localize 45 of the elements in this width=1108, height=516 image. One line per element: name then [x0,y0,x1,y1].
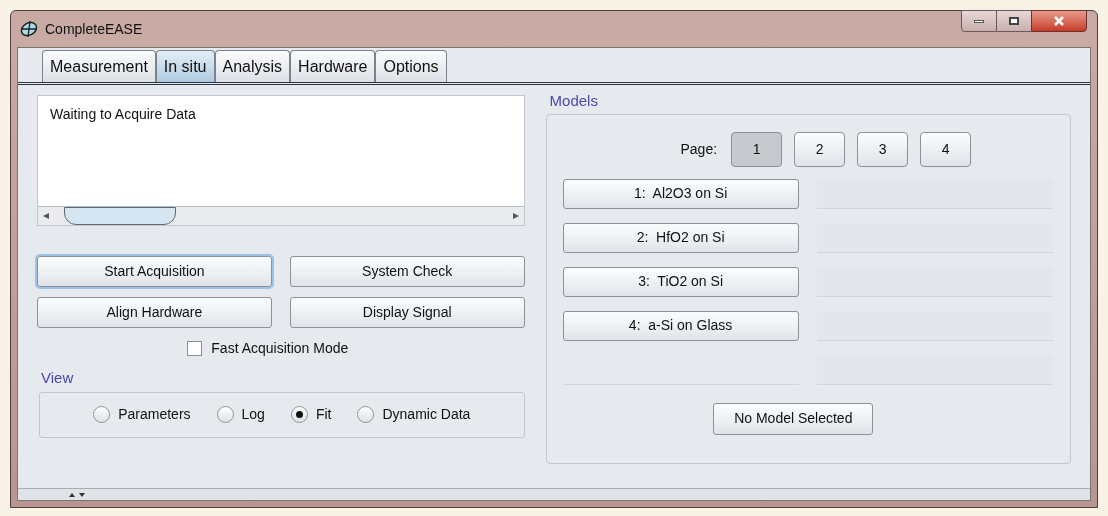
tab[interactable]: Options [375,50,447,82]
action-button[interactable]: System Check [289,256,525,287]
app-logo-icon [19,20,39,38]
tab[interactable]: Analysis [214,50,291,82]
model-button[interactable]: 4: a-Si on Glass [562,310,799,341]
checkbox[interactable] [187,341,203,356]
model-button[interactable]: 2: HfO2 on Si [562,222,799,253]
tab[interactable]: Measurement [42,50,156,82]
radio-button[interactable] [216,406,234,423]
models-group-title: Models [549,91,599,111]
page-button[interactable]: 4 [920,131,972,167]
radio-button[interactable] [93,406,111,423]
view-group-title: View [41,368,75,388]
tab[interactable]: In situ [155,50,215,82]
maximize-button[interactable] [997,10,1031,32]
action-button[interactable]: Align Hardware [37,297,272,328]
action-button[interactable]: Start Acquisition [37,256,272,287]
scrollbar-thumb[interactable] [64,207,176,225]
radio-button[interactable] [357,406,375,423]
page-button[interactable]: 2 [794,131,846,167]
radio-label: Dynamic Data [382,405,471,424]
scroll-right-icon[interactable] [511,212,520,220]
page-button[interactable]: 1 [731,131,783,167]
scroll-left-icon[interactable] [42,212,50,220]
minimize-icon [974,19,984,23]
window-title: CompleteEASE [45,19,143,39]
minimize-button[interactable] [961,10,997,32]
page-button[interactable]: 3 [857,131,909,167]
model-button[interactable]: 3: TiO2 on Si [562,266,799,297]
horizontal-scrollbar[interactable] [38,206,524,225]
radio-button[interactable] [290,406,308,423]
page-label: Page: [680,139,718,159]
splitter-arrows-icon[interactable] [68,491,86,498]
close-icon [1053,16,1065,26]
log-line: Waiting to Acquire Data [50,105,197,124]
radio-label: Parameters [118,405,191,424]
radio-label: Log [241,405,265,424]
model-button[interactable]: 1: Al2O3 on Si [562,178,799,209]
maximize-icon [1009,17,1019,25]
action-button[interactable]: Display Signal [289,297,525,328]
selected-model-button[interactable]: No Model Selected [713,402,874,435]
radio-label: Fit [315,405,332,424]
checkbox-label: Fast Acquisition Mode [211,339,349,358]
tab[interactable]: Hardware [290,50,376,82]
close-button[interactable] [1031,10,1087,32]
